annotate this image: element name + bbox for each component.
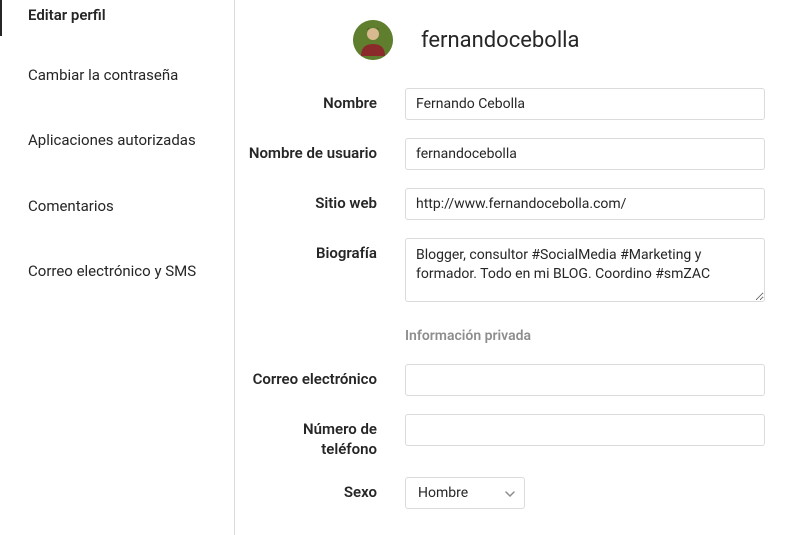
label-bio: Biografía — [245, 238, 405, 264]
private-info-heading: Información privada — [405, 328, 790, 344]
gender-select[interactable]: Hombre — [405, 477, 525, 509]
website-input[interactable] — [405, 188, 765, 220]
label-username: Nombre de usuario — [245, 138, 405, 164]
sidebar-item-label: Cambiar la contraseña — [28, 66, 178, 84]
email-input[interactable] — [405, 364, 765, 396]
edit-profile-panel: fernandocebolla Nombre Nombre de usuario… — [235, 0, 800, 535]
sidebar-item-label: Correo electrónico y SMS — [28, 262, 196, 280]
phone-input[interactable] — [405, 414, 765, 446]
sidebar-item-email-sms[interactable]: Correo electrónico y SMS — [0, 246, 234, 298]
username-heading: fernandocebolla — [421, 28, 579, 53]
label-phone: Número de teléfono — [245, 414, 405, 459]
sidebar-item-authorized-apps[interactable]: Aplicaciones autorizadas — [0, 115, 234, 167]
username-input[interactable] — [405, 138, 765, 170]
label-name: Nombre — [245, 88, 405, 114]
avatar[interactable] — [353, 20, 393, 60]
sidebar-item-comments[interactable]: Comentarios — [0, 181, 234, 233]
label-email: Correo electrónico — [245, 364, 405, 390]
avatar-image — [353, 20, 393, 60]
name-input[interactable] — [405, 88, 765, 120]
bio-textarea[interactable]: Blogger, consultor #SocialMedia #Marketi… — [405, 238, 765, 302]
label-gender: Sexo — [245, 477, 405, 503]
label-website: Sitio web — [245, 188, 405, 214]
sidebar-item-edit-profile[interactable]: Editar perfil — [0, 0, 234, 36]
settings-sidebar: Editar perfil Cambiar la contraseña Apli… — [0, 0, 235, 535]
sidebar-item-change-password[interactable]: Cambiar la contraseña — [0, 50, 234, 102]
sidebar-item-label: Editar perfil — [28, 6, 106, 24]
profile-header: fernandocebolla — [353, 20, 790, 60]
sidebar-item-label: Comentarios — [28, 197, 114, 215]
sidebar-item-label: Aplicaciones autorizadas — [28, 131, 196, 149]
